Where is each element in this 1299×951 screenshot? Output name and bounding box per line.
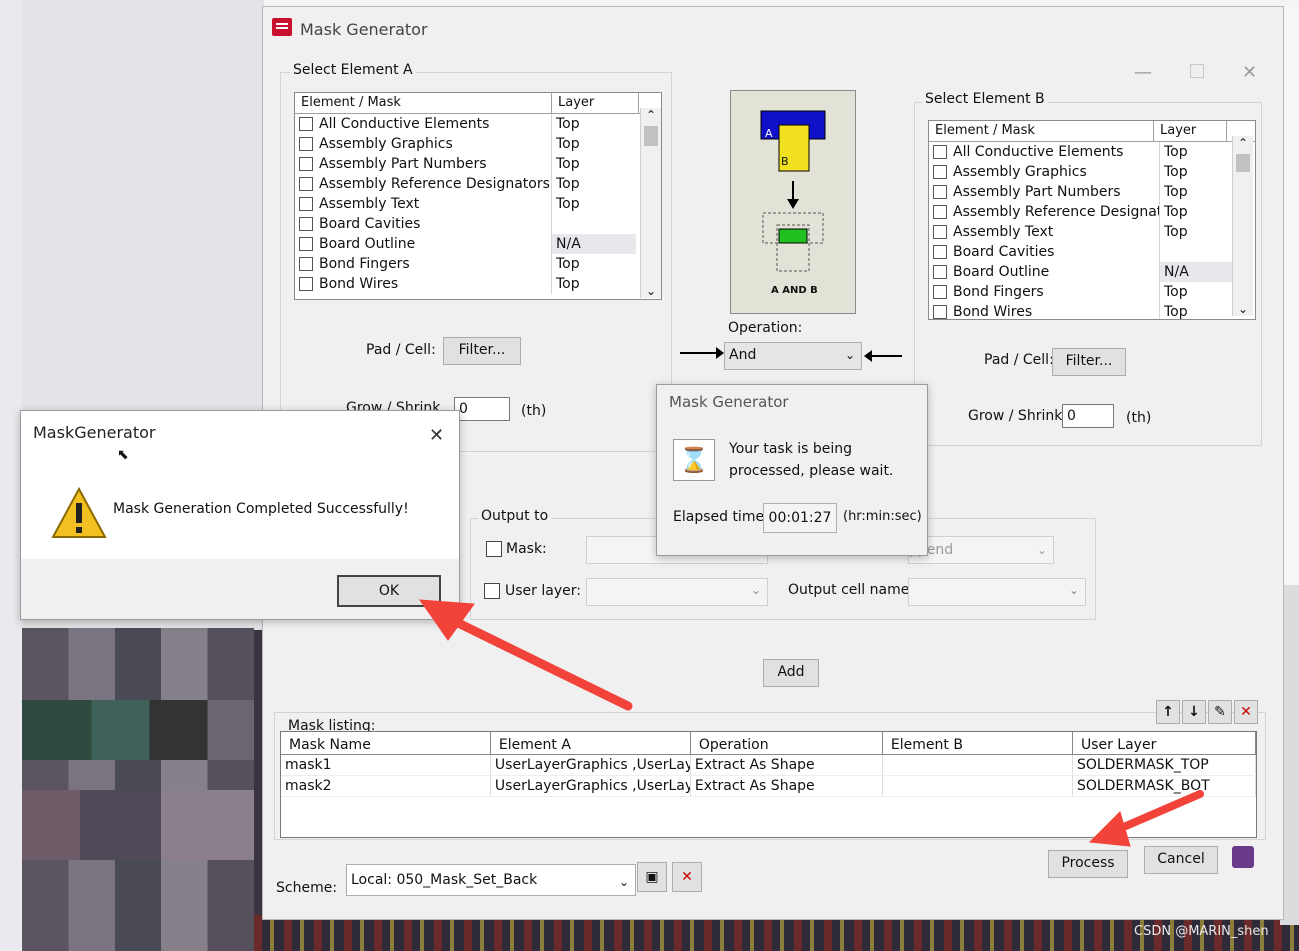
watermark: CSDN @MARIN_shen [1134,924,1269,939]
annotation-arrow-ok [443,613,633,711]
annotation-arrowhead-process [1088,811,1131,847]
annotation-arrows [418,599,1204,847]
annotation-arrowhead-ok [418,599,475,641]
annotation-arrow-process [1108,790,1204,836]
